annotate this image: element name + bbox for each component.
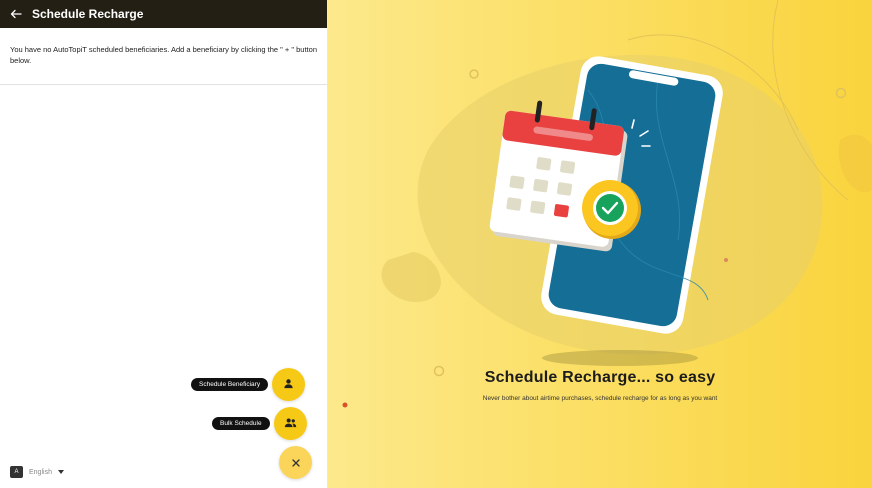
schedule-beneficiary-button[interactable]: [272, 368, 306, 401]
empty-state-message: You have no AutoTopiT scheduled benefici…: [10, 45, 317, 65]
left-pane: Schedule Recharge You have no AutoTopiT …: [0, 0, 328, 488]
promo-title: Schedule Recharge... so easy: [484, 369, 716, 386]
translate-icon: A: [10, 466, 23, 478]
person-icon: [283, 376, 294, 394]
promo-illustration: [342, 0, 872, 408]
schedule-beneficiary-label[interactable]: Schedule Beneficiary: [191, 378, 269, 391]
close-icon: [291, 454, 300, 472]
bulk-schedule-label[interactable]: Bulk Schedule: [212, 417, 270, 430]
language-label: English: [29, 468, 52, 476]
caret-down-icon: [57, 469, 64, 476]
schedule-beneficiary-row: Schedule Beneficiary: [191, 368, 306, 401]
divider: [0, 84, 327, 85]
language-selector[interactable]: A English: [10, 466, 64, 478]
page-title: Schedule Recharge: [32, 7, 144, 21]
promo-subtitle: Never bother about airtime purchases, sc…: [482, 395, 718, 402]
group-icon: [284, 415, 297, 433]
close-menu-button[interactable]: [279, 446, 312, 479]
promo-panel: Schedule Recharge... so easy Never bothe…: [328, 0, 872, 488]
top-bar: Schedule Recharge: [0, 0, 327, 28]
back-arrow-icon[interactable]: [9, 7, 23, 21]
bulk-schedule-row: Bulk Schedule: [212, 407, 307, 440]
bulk-schedule-button[interactable]: [273, 407, 307, 440]
